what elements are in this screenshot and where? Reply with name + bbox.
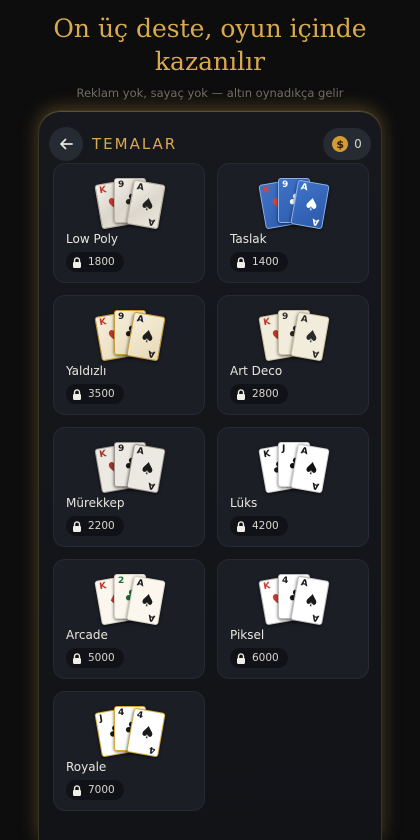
theme-name: Yaldızlı [66,364,107,378]
price-value: 7000 [88,784,115,796]
preview-card: A ♠ A [126,575,166,626]
preview-card: 4 ♠ 4 [126,707,166,758]
card-preview: K♥K9♣9A♠A [218,308,370,362]
preview-card: A ♠ A [290,443,330,494]
lock-icon [73,520,81,532]
lock-icon [237,652,245,664]
coin-count: 0 [354,137,362,151]
theme-tile[interactable]: K♥K9♣9A♠A Mürekkep 2200 [53,427,205,547]
preview-card: A ♠ A [290,575,330,626]
preview-card: A ♠ A [126,311,166,362]
theme-name: Mürekkep [66,496,125,510]
arrow-left-icon [60,138,73,150]
theme-tile[interactable]: K♦K2♣2A♠A Arcade 5000 [53,559,205,679]
preview-card: A ♠ A [126,179,166,230]
theme-tile[interactable]: K♥K4♣4A♠A Piksel 6000 [217,559,369,679]
theme-name: Royale [66,760,107,774]
price-badge: 1800 [66,252,124,272]
page-title: TEMALAR [92,135,178,153]
theme-tile[interactable]: K♥K9♣9A♠A Low Poly 1800 [53,163,205,283]
theme-tile[interactable]: K♥K9♣9A♠A Art Deco 2800 [217,295,369,415]
theme-name: Low Poly [66,232,119,246]
theme-grid: K♥K9♣9A♠A Low Poly 1800 K♥K9♣9A♠A Taslak 1400… [53,163,369,811]
promo-title: On üç deste, oyun içinde kazanılır [53,14,367,76]
card-preview: K♥K9♣9A♠A [54,176,206,230]
preview-card: A ♠ A [126,443,166,494]
lock-icon [237,520,245,532]
price-badge: 6000 [230,648,288,668]
price-badge: 5000 [66,648,124,668]
price-value: 5000 [88,652,115,664]
price-badge: 2800 [230,384,288,404]
theme-tile[interactable]: J♣J4♣44♠4 Royale 7000 [53,691,205,811]
preview-card: A ♠ A [290,179,330,230]
price-value: 3500 [88,388,115,400]
price-value: 2800 [252,388,279,400]
coin-icon: $ [332,136,349,152]
price-badge: 7000 [66,780,124,800]
lock-icon [73,388,81,400]
lock-icon [237,388,245,400]
theme-name: Art Deco [230,364,283,378]
price-badge: 4200 [230,516,288,536]
card-preview: K♥K9♣9A♠A [54,440,206,494]
price-value: 4200 [252,520,279,532]
price-value: 1400 [252,256,279,268]
price-value: 2200 [88,520,115,532]
price-value: 1800 [88,256,115,268]
price-badge: 2200 [66,516,124,536]
back-button[interactable] [49,127,83,161]
card-preview: K♦K2♣2A♠A [54,572,206,626]
phone-frame: TEMALAR $ 0 K♥K9♣9A♠ALow Poly1800K♥K9♣9A… [38,110,382,840]
theme-name: Lüks [230,496,258,510]
lock-icon [237,256,245,268]
card-preview: K♥K9♣9A♠A [54,308,206,362]
price-badge: 1400 [230,252,288,272]
theme-name: Piksel [230,628,265,642]
lock-icon [73,256,81,268]
coin-balance: $ 0 [323,128,371,160]
card-preview: K♥K4♣4A♠A [218,572,370,626]
theme-tile[interactable]: K♣KJ♣JA♠A Lüks 4200 [217,427,369,547]
theme-tile[interactable]: K♥K9♣9A♠A Taslak 1400 [217,163,369,283]
lock-icon [73,784,81,796]
preview-card: A ♠ A [290,311,330,362]
theme-tile[interactable]: K♥K9♣9A♠A Yaldızlı 3500 [53,295,205,415]
card-preview: K♥K9♣9A♠A [218,176,370,230]
theme-name: Arcade [66,628,108,642]
card-preview: K♣KJ♣JA♠A [218,440,370,494]
promo-subtitle: Reklam yok, sayaç yok — altın oynadıkça … [76,86,344,100]
price-value: 6000 [252,652,279,664]
top-bar: TEMALAR $ 0 [39,127,381,161]
lock-icon [73,652,81,664]
price-badge: 3500 [66,384,124,404]
card-preview: J♣J4♣44♠4 [54,704,206,758]
theme-name: Taslak [230,232,267,246]
